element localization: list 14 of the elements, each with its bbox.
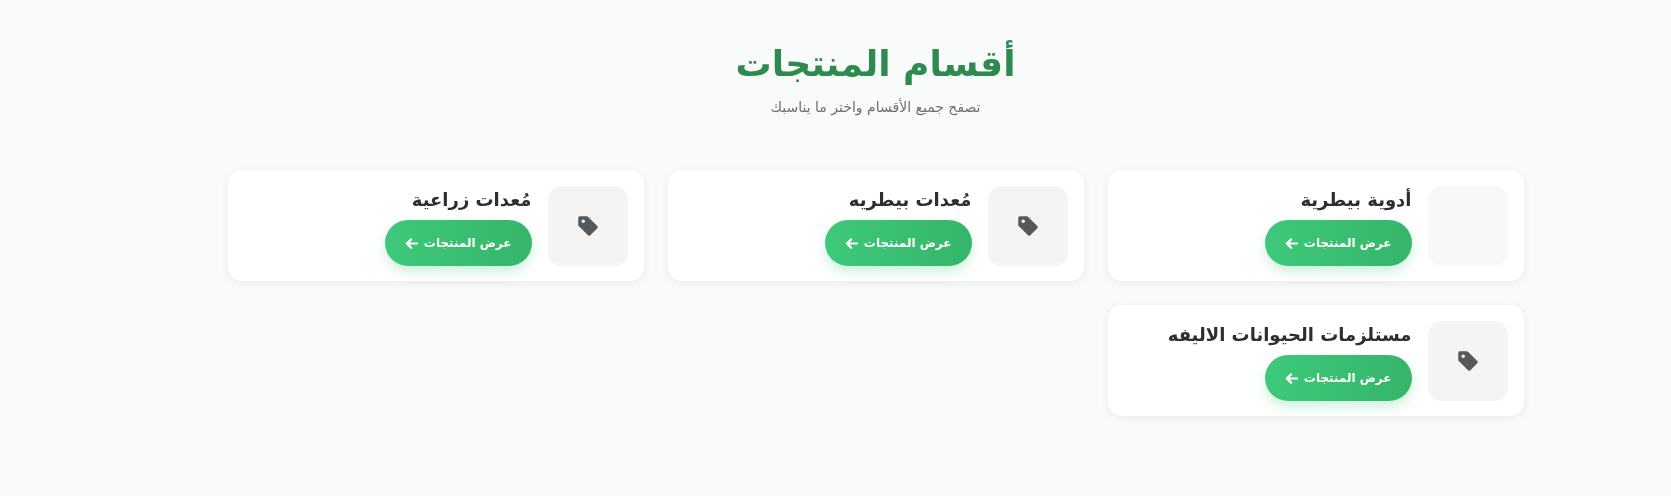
view-products-button[interactable]: عرض المنتجات <box>384 220 532 266</box>
arrow-icon <box>1284 237 1298 249</box>
category-name: أدوية بيطرية <box>1300 188 1412 212</box>
page-title: أقسام المنتجات <box>735 40 1016 88</box>
category-name: مُعدات زراعية <box>411 188 532 212</box>
arrow-icon <box>404 237 418 249</box>
view-products-button[interactable]: عرض المنتجات <box>1264 220 1412 266</box>
view-products-button[interactable]: عرض المنتجات <box>824 220 972 266</box>
category-name: مستلزمات الحيوانات الاليفه <box>1167 323 1412 347</box>
page-subtitle: تصفح جميع الأقسام واختر ما يناسبك <box>770 98 981 116</box>
view-products-button[interactable]: عرض المنتجات <box>1264 355 1412 401</box>
category-name: مُعدات بيطريه <box>848 188 972 212</box>
arrow-icon <box>844 237 858 249</box>
arrow-icon <box>1284 372 1298 384</box>
